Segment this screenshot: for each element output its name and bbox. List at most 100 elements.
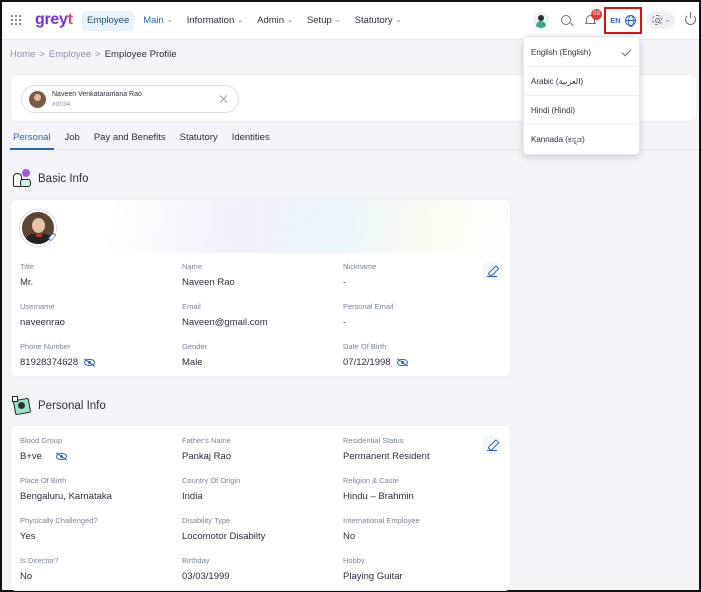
field-value-row: 81928374628 bbox=[20, 357, 96, 368]
power-icon[interactable] bbox=[685, 12, 696, 25]
nav-employee-label: Employee bbox=[87, 15, 130, 26]
logo-text: grey bbox=[35, 11, 68, 28]
logo-accent: t bbox=[67, 11, 73, 28]
language-option-english[interactable]: English (English) bbox=[524, 38, 639, 67]
settings-button[interactable]: ⌄ bbox=[647, 11, 675, 29]
field-value: India bbox=[182, 491, 203, 502]
field-gender: Gender Male bbox=[182, 342, 207, 368]
app-grid-icon[interactable] bbox=[11, 15, 22, 26]
tab-statutory[interactable]: Statutory bbox=[177, 128, 221, 150]
search-icon[interactable] bbox=[561, 15, 571, 25]
field-value: Playing Guitar bbox=[343, 571, 403, 582]
nav-information[interactable]: Information ⌄ bbox=[182, 11, 248, 31]
language-dropdown-menu: English (English) Arabic (العربية) Hindi… bbox=[523, 36, 640, 155]
edit-icon[interactable] bbox=[483, 436, 501, 454]
nav-employee[interactable]: Employee bbox=[82, 11, 135, 31]
field-value: No bbox=[20, 571, 33, 582]
employee-avatar bbox=[29, 91, 46, 108]
field-label: Name bbox=[182, 262, 203, 271]
field-place-of-birth: Place Of Birth Bengaluru, Karnataka bbox=[20, 476, 112, 502]
field-value: B+ve bbox=[20, 451, 42, 462]
field-phone-number: Phone Number 81928374628 bbox=[20, 342, 96, 368]
gear-icon bbox=[651, 15, 662, 25]
basic-info-heading: Basic Info bbox=[12, 169, 89, 189]
field-label: Residential Status bbox=[343, 436, 404, 445]
field-nickname: Nickname - bbox=[343, 262, 376, 288]
field-label: Birthday bbox=[182, 556, 210, 565]
field-label: Date Of Birth bbox=[343, 342, 387, 351]
chevron-down-icon: ⌄ bbox=[664, 17, 671, 24]
field-physically-challenged: Physically Challenged? Yes bbox=[20, 516, 98, 542]
field-religion-caste: Religion & Caste Hindu – Brahmin bbox=[343, 476, 414, 502]
field-label: Personal Email bbox=[343, 302, 394, 311]
field-title: Title Mr. bbox=[20, 262, 34, 288]
field-value: Pankaj Rao bbox=[182, 451, 232, 462]
field-label: Username bbox=[20, 302, 55, 311]
tab-job[interactable]: Job bbox=[62, 128, 83, 150]
eye-off-icon[interactable] bbox=[396, 358, 408, 366]
tab-personal[interactable]: Personal bbox=[10, 128, 54, 150]
personal-info-icon bbox=[12, 396, 32, 416]
field-hobby: Hobby Playing Guitar bbox=[343, 556, 403, 582]
tab-identities[interactable]: Identities bbox=[229, 128, 273, 150]
personal-info-title: Personal Info bbox=[38, 400, 106, 412]
field-value: No bbox=[343, 531, 356, 542]
nav-admin[interactable]: Admin ⌄ bbox=[252, 11, 298, 31]
nav-information-label: Information bbox=[186, 15, 235, 26]
language-code: EN bbox=[610, 16, 621, 25]
field-label: Phone Number bbox=[20, 342, 71, 351]
language-option-kannada[interactable]: Kannada (ಕನ್ನಡ) bbox=[524, 125, 639, 154]
breadcrumb-current: Employee Profile bbox=[104, 49, 177, 60]
greyt-logo[interactable]: greyt bbox=[35, 11, 73, 29]
field-value: 07/12/1998 bbox=[343, 357, 391, 368]
eye-off-icon[interactable] bbox=[84, 358, 96, 366]
breadcrumb-home[interactable]: Home bbox=[10, 49, 35, 60]
basic-info-card: Title Mr. Name Naveen Rao Nickname - Use… bbox=[10, 199, 511, 377]
breadcrumb-employee[interactable]: Employee bbox=[49, 49, 91, 60]
employee-chip[interactable]: Naveen Venkataramana Rao #0034 bbox=[21, 85, 239, 113]
field-country-of-origin: Country Of Origin India bbox=[182, 476, 240, 502]
field-label: Title bbox=[20, 262, 34, 271]
language-switcher-button[interactable]: EN bbox=[604, 7, 642, 34]
field-label: Blood Group bbox=[20, 436, 63, 445]
employee-name: Naveen Venkataramana Rao bbox=[52, 91, 142, 98]
field-value: naveenrao bbox=[20, 317, 65, 328]
field-value: Permanent Resident bbox=[343, 451, 430, 462]
field-value: Yes bbox=[20, 531, 36, 542]
language-option-label: English (English) bbox=[531, 47, 592, 57]
field-label: Hobby bbox=[343, 556, 365, 565]
field-value: Naveen@gmail.com bbox=[182, 317, 268, 328]
language-option-label: Hindi (Hindi) bbox=[531, 105, 576, 115]
field-label: Disability Type bbox=[182, 516, 231, 525]
field-blood-group: Blood Group B+ve bbox=[20, 436, 67, 462]
nav-statutory[interactable]: Statutory ⌄ bbox=[350, 11, 407, 31]
nav-admin-label: Admin bbox=[257, 15, 285, 26]
user-avatar[interactable] bbox=[533, 12, 549, 28]
edit-icon[interactable] bbox=[483, 262, 501, 280]
nav-setup[interactable]: Setup ⌄ bbox=[302, 11, 346, 31]
field-email: Email Naveen@gmail.com bbox=[182, 302, 268, 328]
close-icon[interactable] bbox=[219, 94, 229, 104]
breadcrumb-separator: > bbox=[95, 49, 101, 60]
eye-off-icon[interactable] bbox=[55, 452, 67, 460]
language-option-arabic[interactable]: Arabic (العربية) bbox=[524, 67, 639, 96]
nav-main[interactable]: Main ⌄ bbox=[138, 11, 177, 31]
employee-id: #0034 bbox=[52, 101, 71, 108]
language-option-label: Kannada (ಕನ್ನಡ) bbox=[531, 134, 585, 144]
tab-pay-and-benefits[interactable]: Pay and Benefits bbox=[91, 128, 169, 150]
field-value-row: B+ve bbox=[20, 451, 67, 462]
top-navigation-bar: greyt Employee Main ⌄ Information ⌄ Admi… bbox=[2, 2, 699, 40]
field-fathers-name: Father's Name Pankaj Rao bbox=[182, 436, 231, 462]
field-label: Nickname bbox=[343, 262, 377, 271]
field-label: Is Director? bbox=[20, 556, 59, 565]
field-residential-status: Residential Status Permanent Resident bbox=[343, 436, 430, 462]
language-option-label: Arabic (العربية) bbox=[531, 76, 584, 86]
field-label: Place Of Birth bbox=[20, 476, 67, 485]
language-option-hindi[interactable]: Hindi (Hindi) bbox=[524, 96, 639, 125]
notification-badge: 03 bbox=[591, 9, 602, 20]
field-disability-type: Disability Type Locomotor Disabilty bbox=[182, 516, 265, 542]
chevron-down-icon: ⌄ bbox=[287, 17, 293, 24]
field-personal-email: Personal Email - bbox=[343, 302, 393, 328]
field-username: Username naveenrao bbox=[20, 302, 65, 328]
field-value: Mr. bbox=[20, 277, 34, 288]
